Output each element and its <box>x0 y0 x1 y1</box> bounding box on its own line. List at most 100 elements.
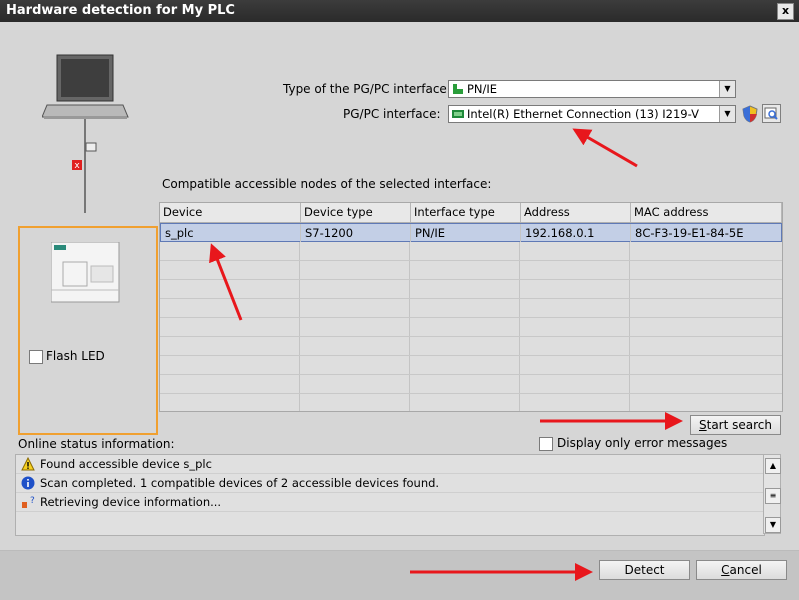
empty-cell <box>520 356 630 374</box>
empty-cell <box>160 318 300 336</box>
empty-cell <box>520 280 630 298</box>
cancel-button[interactable]: Cancel <box>696 560 787 580</box>
empty-cell <box>520 394 630 411</box>
close-button[interactable]: x <box>777 3 794 20</box>
close-icon: x <box>781 4 790 17</box>
empty-cell <box>520 261 630 279</box>
empty-table-row <box>160 299 782 318</box>
detect-button[interactable]: Detect <box>599 560 690 580</box>
svg-text:x: x <box>74 161 80 171</box>
info-icon <box>21 476 35 490</box>
empty-cell <box>410 261 520 279</box>
empty-cell <box>300 299 410 317</box>
empty-table-row <box>160 375 782 394</box>
cell-device-type: S7-1200 <box>301 224 411 242</box>
list-item[interactable]: Found accessible device s_plc <box>16 455 764 474</box>
empty-cell <box>410 375 520 393</box>
empty-table-row <box>160 356 782 375</box>
empty-cell <box>520 242 630 260</box>
empty-cell <box>300 394 410 411</box>
interface-type-value: PN/IE <box>467 82 498 96</box>
shield-icon[interactable] <box>742 105 758 123</box>
window-title: Hardware detection for My PLC <box>6 3 235 18</box>
column-header-address[interactable]: Address <box>521 203 631 222</box>
empty-cell <box>520 337 630 355</box>
magnifier-icon <box>764 107 778 120</box>
empty-cell <box>160 261 300 279</box>
pgpc-interface-label: PG/PC interface: <box>343 107 441 121</box>
column-header-device-type[interactable]: Device type <box>301 203 411 222</box>
empty-cell <box>630 261 780 279</box>
empty-cell <box>160 299 300 317</box>
plc-device-icon <box>51 242 120 303</box>
empty-cell <box>300 375 410 393</box>
chevron-down-icon[interactable]: ▼ <box>719 106 735 122</box>
table-row[interactable]: s_plc S7-1200 PN/IE 192.168.0.1 8C-F3-19… <box>160 223 782 242</box>
empty-cell <box>300 318 410 336</box>
online-status-caption: Online status information: <box>18 437 175 451</box>
interface-type-label: Type of the PG/PC interface: <box>283 82 451 96</box>
empty-cell <box>630 356 780 374</box>
disconnected-icon: x <box>72 160 82 171</box>
empty-cell <box>160 394 300 411</box>
empty-table-row <box>160 394 782 411</box>
empty-table-row <box>160 280 782 299</box>
empty-cell <box>410 318 520 336</box>
empty-cell <box>520 318 630 336</box>
start-search-label: tart search <box>706 418 772 432</box>
empty-cell <box>630 337 780 355</box>
ethernet-adapter-icon <box>452 110 464 118</box>
empty-cell <box>160 242 300 260</box>
display-errors-label: Display only error messages <box>557 436 728 450</box>
status-scrollbar[interactable]: ▲ ≡ ▼ <box>763 454 781 534</box>
flash-led-label: Flash LED <box>46 349 105 363</box>
network-interface-icon <box>453 84 463 94</box>
column-header-device[interactable]: Device <box>160 203 301 222</box>
pgpc-interface-select[interactable]: Intel(R) Ethernet Connection (13) I219-V… <box>448 105 736 123</box>
chevron-down-icon: ▼ <box>769 520 777 529</box>
interface-properties-button[interactable] <box>762 104 781 123</box>
column-header-interface-type[interactable]: Interface type <box>411 203 521 222</box>
status-text: Found accessible device s_plc <box>40 457 212 471</box>
empty-cell <box>300 337 410 355</box>
chevron-down-icon[interactable]: ▼ <box>719 81 735 97</box>
column-header-mac-address[interactable]: MAC address <box>631 203 782 222</box>
empty-cell <box>160 337 300 355</box>
empty-cell <box>410 299 520 317</box>
flash-led-checkbox[interactable] <box>29 350 43 364</box>
dialog-footer: Detect Cancel <box>0 550 799 600</box>
empty-cell <box>160 356 300 374</box>
scroll-down-button[interactable]: ▼ <box>765 517 781 533</box>
detect-label: Detect <box>624 563 665 577</box>
empty-cell <box>630 242 780 260</box>
status-text: Retrieving device information... <box>40 495 222 509</box>
empty-table-row <box>160 261 782 280</box>
empty-cell <box>630 375 780 393</box>
laptop-icon <box>42 54 129 119</box>
grip-icon: ≡ <box>769 491 777 500</box>
empty-cell <box>410 242 520 260</box>
cell-device: s_plc <box>161 224 301 242</box>
list-item[interactable]: Scan completed. 1 compatible devices of … <box>16 474 764 493</box>
empty-cell <box>630 299 780 317</box>
empty-cell <box>520 375 630 393</box>
scroll-up-button[interactable]: ▲ <box>765 458 781 474</box>
start-search-button[interactable]: Start search <box>690 415 781 435</box>
progress-icon: ? <box>22 496 35 508</box>
status-text: Scan completed. 1 compatible devices of … <box>40 476 440 490</box>
hardware-detection-dialog: Hardware detection for My PLC x x Flash … <box>0 0 799 600</box>
empty-cell <box>160 375 300 393</box>
nodes-caption: Compatible accessible nodes of the selec… <box>162 177 492 191</box>
interface-type-select[interactable]: PN/IE ▼ <box>448 80 736 98</box>
display-errors-checkbox[interactable] <box>539 437 553 451</box>
network-diagram: x <box>42 54 129 213</box>
scroll-thumb[interactable]: ≡ <box>765 488 781 504</box>
pgpc-interface-value: Intel(R) Ethernet Connection (13) I219-V <box>467 107 699 121</box>
empty-cell <box>630 318 780 336</box>
warning-icon <box>21 457 35 471</box>
empty-cell <box>410 337 520 355</box>
empty-cell <box>630 280 780 298</box>
cell-interface-type: PN/IE <box>411 224 521 242</box>
empty-cell <box>410 356 520 374</box>
list-item[interactable]: ? Retrieving device information... <box>16 493 764 512</box>
